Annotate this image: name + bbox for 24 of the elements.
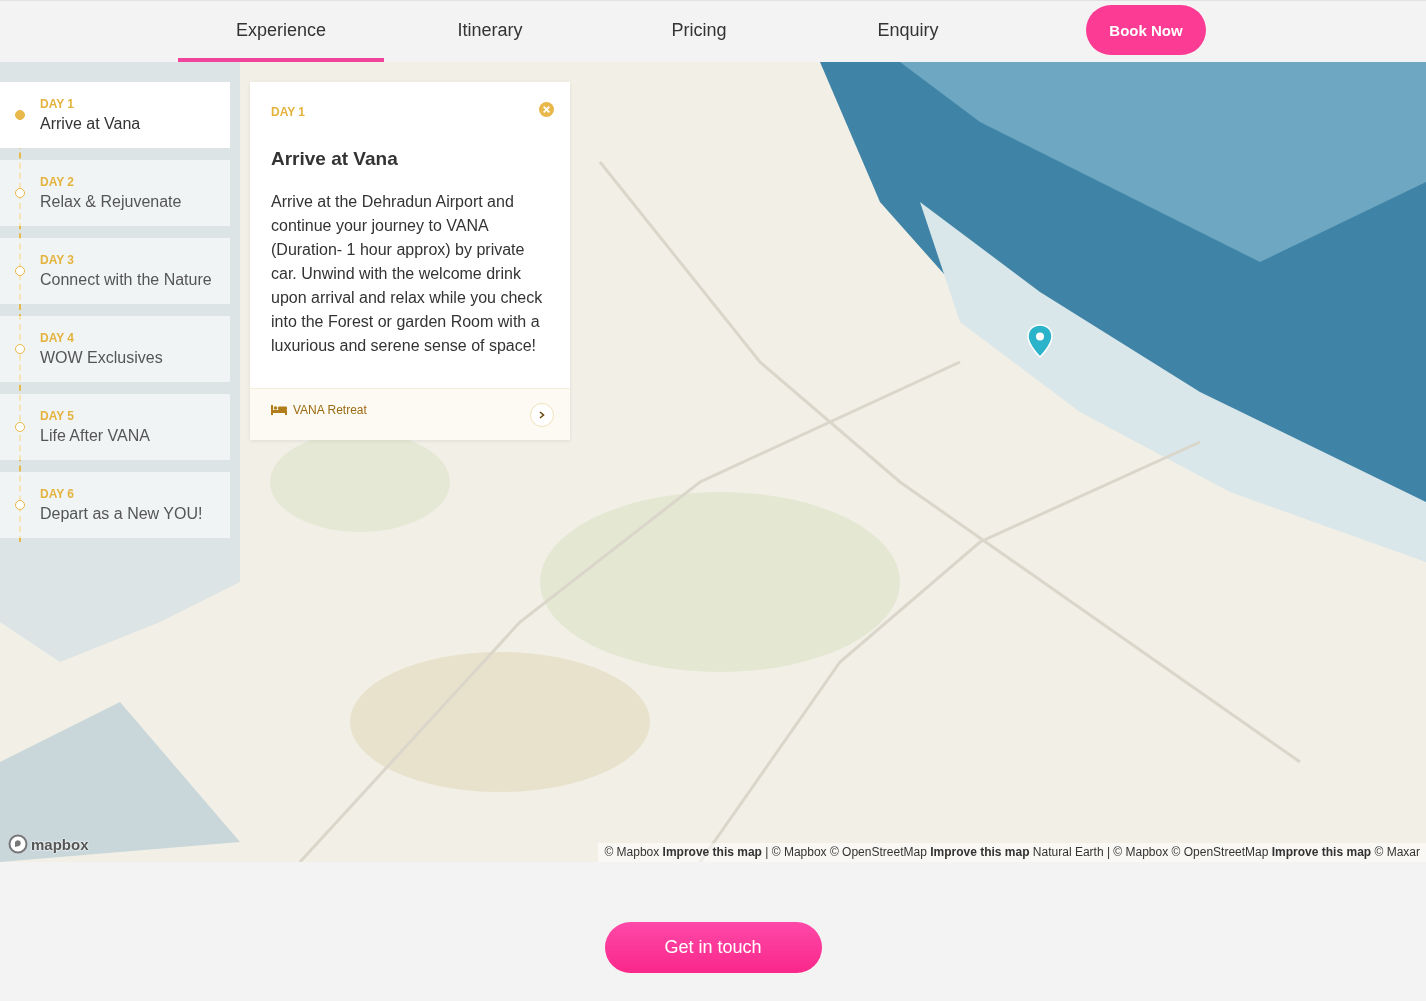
improve-map-link[interactable]: Improve this map (1271, 845, 1372, 859)
day-description: Arrive at the Dehradun Airport and continue your journey to VANA (Duration- 1 hour approx) by private car. Unwind with the welcome drink upon arrival and relax while you check into the Forest or garden Room with a luxurious and serene sense of space! (271, 192, 544, 356)
nav-tab[interactable]: Itinerary (387, 1, 593, 62)
itinerary-day[interactable]: DAY 6 Depart as a New YOU! (0, 472, 230, 538)
day-title: Arrive at Vana (271, 148, 399, 170)
chevron-icon (539, 410, 545, 419)
improve-map-link[interactable]: Improve this map (662, 845, 762, 859)
itinerary-day[interactable]: DAY 2 Relax & Rejuvenate (0, 160, 230, 226)
map-attribution: © Mapbox Improve this map | © Mapbox © OpenStreetMap Improve this map Natural Earth | © Mapbox © OpenStreetMap Improve this map © Maxar (598, 843, 1426, 862)
stay-name: VANA Retreat (293, 402, 367, 417)
itinerary-day[interactable]: DAY 5 Life After VANA (0, 394, 230, 460)
nav-tab[interactable]: Pricing (596, 1, 802, 62)
map-pin-icon (1027, 324, 1053, 358)
close-icon[interactable] (539, 102, 554, 117)
itinerary-day[interactable]: DAY 1 Arrive at Vana (0, 82, 230, 148)
bed-icon (271, 404, 287, 415)
itinerary-day[interactable]: DAY 3 Connect with the Nature (0, 238, 230, 304)
next-button[interactable] (530, 402, 554, 427)
improve-map-link[interactable]: Improve this map (930, 845, 1030, 859)
day-label: DAY 1 (271, 105, 306, 119)
mapbox-logo-text: mapbox (31, 835, 89, 853)
itinerary-day[interactable]: DAY 4 WOW Exclusives (0, 316, 230, 382)
mapbox-logo-icon[interactable] (8, 834, 28, 854)
nav-tab[interactable]: Enquiry (805, 1, 1011, 62)
